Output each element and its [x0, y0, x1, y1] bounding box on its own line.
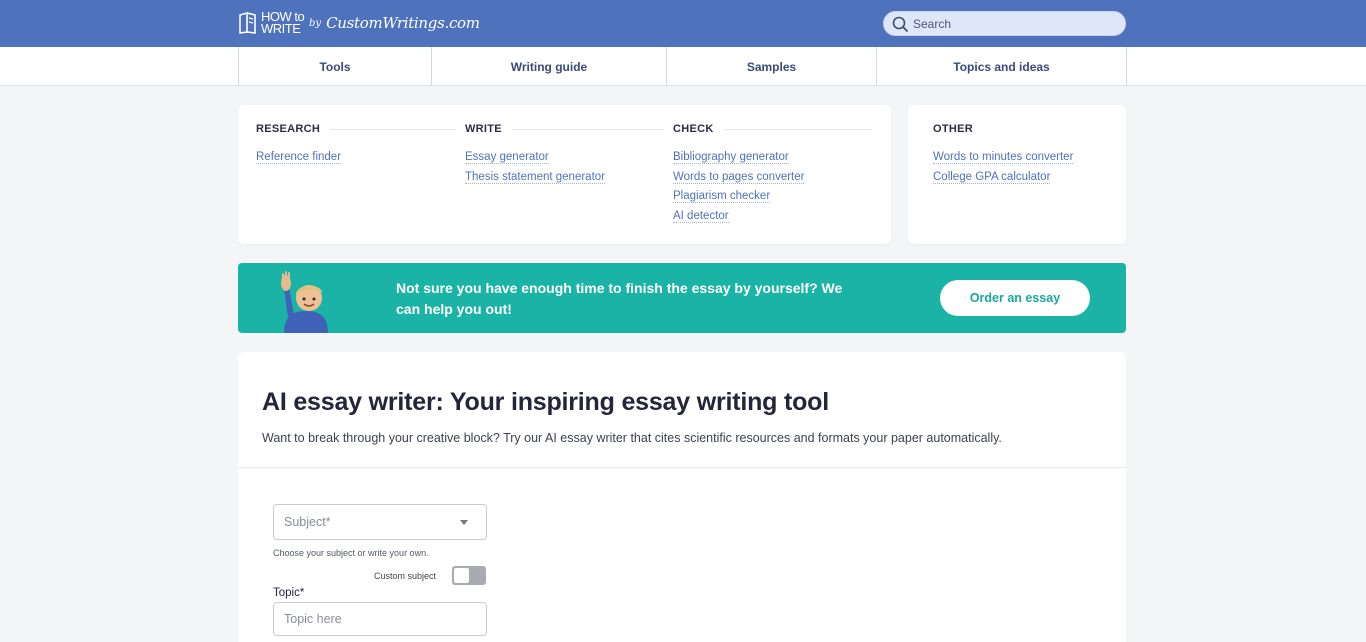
order-essay-button[interactable]: Order an essay: [940, 280, 1090, 316]
topic-input[interactable]: [273, 602, 487, 636]
menu-link[interactable]: Plagiarism checker: [673, 190, 771, 203]
other-tools-card: OTHER Words to minutes converter College…: [908, 105, 1126, 244]
chevron-down-icon: [460, 520, 468, 525]
subject-hint: Choose your subject or write your own.: [273, 548, 429, 558]
logo-brand: CustomWritings.com: [326, 14, 480, 32]
tab-writing-guide[interactable]: Writing guide: [431, 47, 666, 86]
menu-item-essay-generator[interactable]: Essay generator: [465, 148, 664, 168]
tab-tools[interactable]: Tools: [238, 47, 431, 86]
check-heading-label: CHECK: [673, 123, 714, 135]
divider: [511, 128, 664, 130]
search-box[interactable]: [883, 11, 1126, 36]
site-logo[interactable]: HOW to WRITE by CustomWritings.com: [238, 10, 480, 36]
other-column: OTHER Words to minutes converter College…: [933, 123, 1113, 187]
check-column: CHECK Bibliography generator Words to pa…: [673, 123, 872, 226]
divider: [723, 128, 872, 130]
menu-link[interactable]: College GPA calculator: [933, 170, 1051, 184]
banner-text: Not sure you have enough time to finish …: [396, 280, 843, 317]
write-column: WRITE Essay generator Thesis statement g…: [465, 123, 664, 187]
menu-item-college-gpa-calculator[interactable]: College GPA calculator: [933, 168, 1113, 188]
menu-item-words-to-pages-converter[interactable]: Words to pages converter: [673, 168, 872, 188]
logo-by: by: [309, 17, 322, 29]
toggle-knob: [454, 568, 469, 583]
other-heading-label: OTHER: [933, 123, 973, 135]
menu-link[interactable]: Essay generator: [465, 151, 549, 164]
menu-link[interactable]: AI detector: [673, 209, 729, 223]
subject-select[interactable]: Subject*: [273, 504, 487, 540]
tab-topics-and-ideas[interactable]: Topics and ideas: [876, 47, 1127, 86]
write-heading: WRITE: [465, 123, 664, 135]
custom-subject-toggle[interactable]: [452, 566, 486, 585]
custom-subject-label: Custom subject: [374, 571, 437, 581]
waving-person-icon: [281, 271, 328, 333]
divider: [330, 128, 456, 130]
logo-wordmark: HOW to WRITE: [261, 10, 305, 36]
tools-menu-card: RESEARCH Reference finder WRITE Essay ge…: [238, 105, 891, 244]
search-input[interactable]: [913, 16, 1113, 31]
topic-label: Topic*: [273, 587, 305, 599]
tab-samples[interactable]: Samples: [666, 47, 876, 86]
main-nav: Tools Writing guide Samples Topics and i…: [0, 47, 1366, 86]
menu-link[interactable]: Bibliography generator: [673, 151, 789, 164]
other-heading: OTHER: [933, 123, 1113, 135]
search-icon[interactable]: [892, 16, 908, 32]
menu-item-plagiarism-checker[interactable]: Plagiarism checker: [673, 187, 872, 207]
book-icon: [239, 12, 256, 34]
menu-link[interactable]: Words to pages converter: [673, 170, 805, 184]
menu-item-bibliography-generator[interactable]: Bibliography generator: [673, 148, 872, 168]
menu-item-words-to-minutes-converter[interactable]: Words to minutes converter: [933, 148, 1113, 168]
subject-placeholder: Subject*: [284, 515, 331, 529]
logo-line-2: WRITE: [261, 21, 301, 36]
essay-writer-card: AI essay writer: Your inspiring essay wr…: [238, 352, 1126, 642]
write-heading-label: WRITE: [465, 123, 502, 135]
check-heading: CHECK: [673, 123, 872, 135]
top-header: HOW to WRITE by CustomWritings.com: [0, 0, 1366, 47]
research-heading: RESEARCH: [256, 123, 456, 135]
research-heading-label: RESEARCH: [256, 123, 321, 135]
page-description: Want to break through your creative bloc…: [262, 431, 1002, 445]
menu-item-reference-finder[interactable]: Reference finder: [256, 148, 456, 168]
research-column: RESEARCH Reference finder: [256, 123, 456, 168]
menu-item-thesis-statement-generator[interactable]: Thesis statement generator: [465, 168, 664, 188]
page-title: AI essay writer: Your inspiring essay wr…: [262, 388, 830, 416]
promo-banner: Not sure you have enough time to finish …: [238, 263, 1126, 333]
menu-link[interactable]: Reference finder: [256, 151, 342, 164]
menu-link[interactable]: Thesis statement generator: [465, 170, 605, 184]
menu-link[interactable]: Words to minutes converter: [933, 151, 1074, 164]
divider: [238, 467, 1126, 468]
menu-item-ai-detector[interactable]: AI detector: [673, 207, 872, 227]
